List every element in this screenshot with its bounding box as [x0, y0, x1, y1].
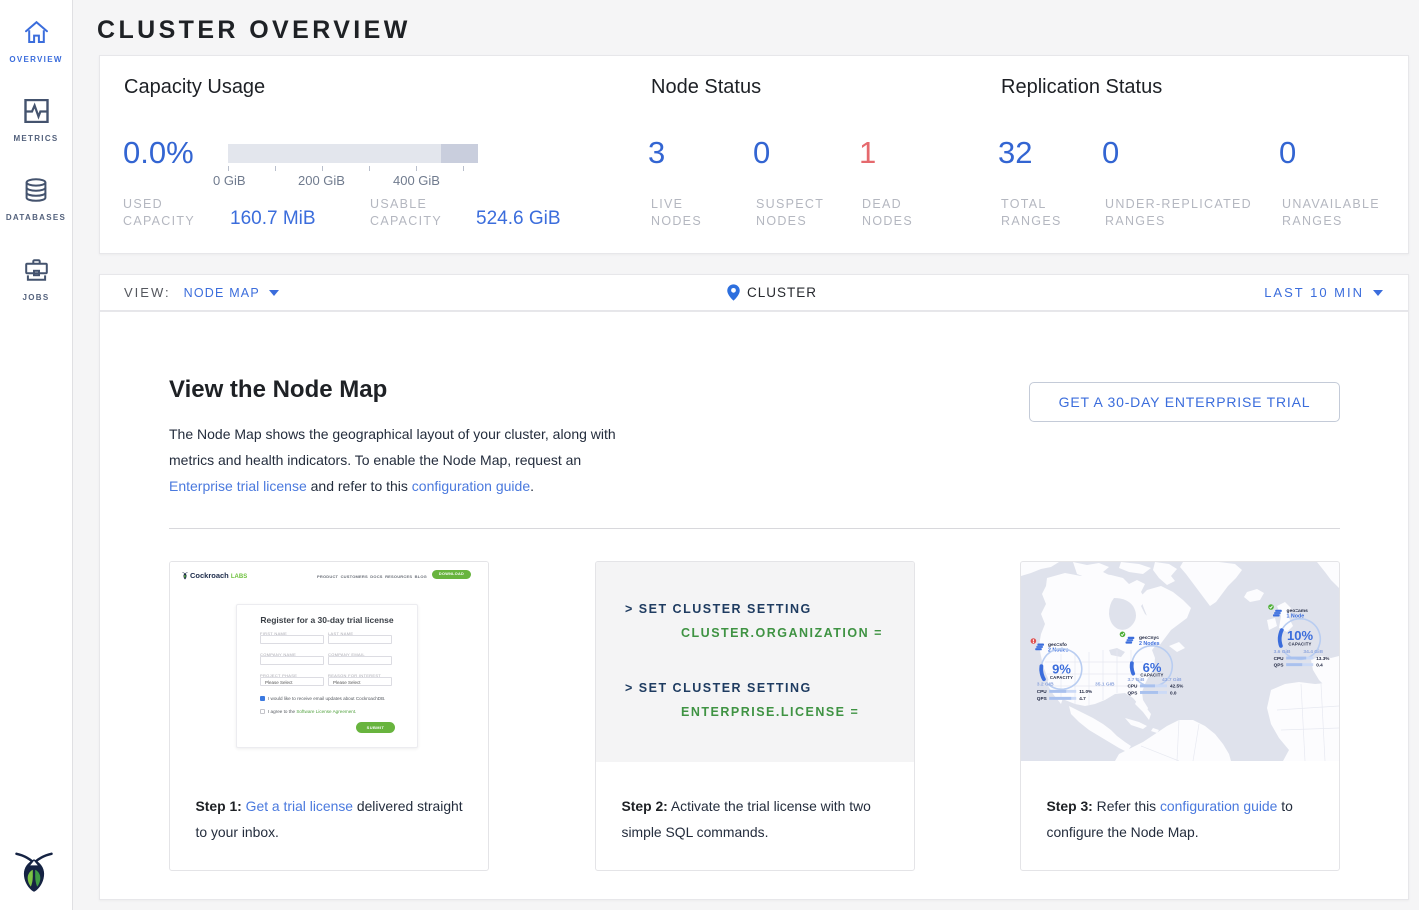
svg-text:CAPACITY: CAPACITY — [1288, 641, 1311, 646]
svg-text:34.4 GiB: 34.4 GiB — [1303, 649, 1323, 655]
svg-text:CPU: CPU — [1037, 689, 1048, 694]
svg-text:3.6 GiB: 3.6 GiB — [1274, 649, 1291, 655]
svg-text:3.2 GiB: 3.2 GiB — [1037, 681, 1054, 687]
svg-text:3.7 GiB: 3.7 GiB — [1128, 677, 1145, 683]
svg-text:11.0%: 11.0% — [1079, 689, 1093, 694]
svg-text:CAPACITY: CAPACITY — [1050, 675, 1073, 680]
svg-text:CPU: CPU — [1274, 656, 1285, 661]
svg-text:0.0: 0.0 — [1170, 690, 1177, 695]
svg-text:0.4: 0.4 — [1316, 663, 1323, 668]
svg-text:4.7: 4.7 — [1079, 696, 1086, 701]
svg-text:42.5%: 42.5% — [1170, 684, 1184, 689]
svg-text:CPU: CPU — [1128, 684, 1139, 689]
svg-text:QPS: QPS — [1274, 663, 1284, 668]
svg-text:43.7 GiB: 43.7 GiB — [1162, 677, 1182, 683]
svg-text:QPS: QPS — [1128, 690, 1138, 695]
svg-text:13.3%: 13.3% — [1316, 656, 1330, 661]
svg-text:QPS: QPS — [1037, 696, 1047, 701]
svg-text:35.1 GiB: 35.1 GiB — [1095, 681, 1115, 687]
svg-text:CAPACITY: CAPACITY — [1140, 672, 1163, 677]
